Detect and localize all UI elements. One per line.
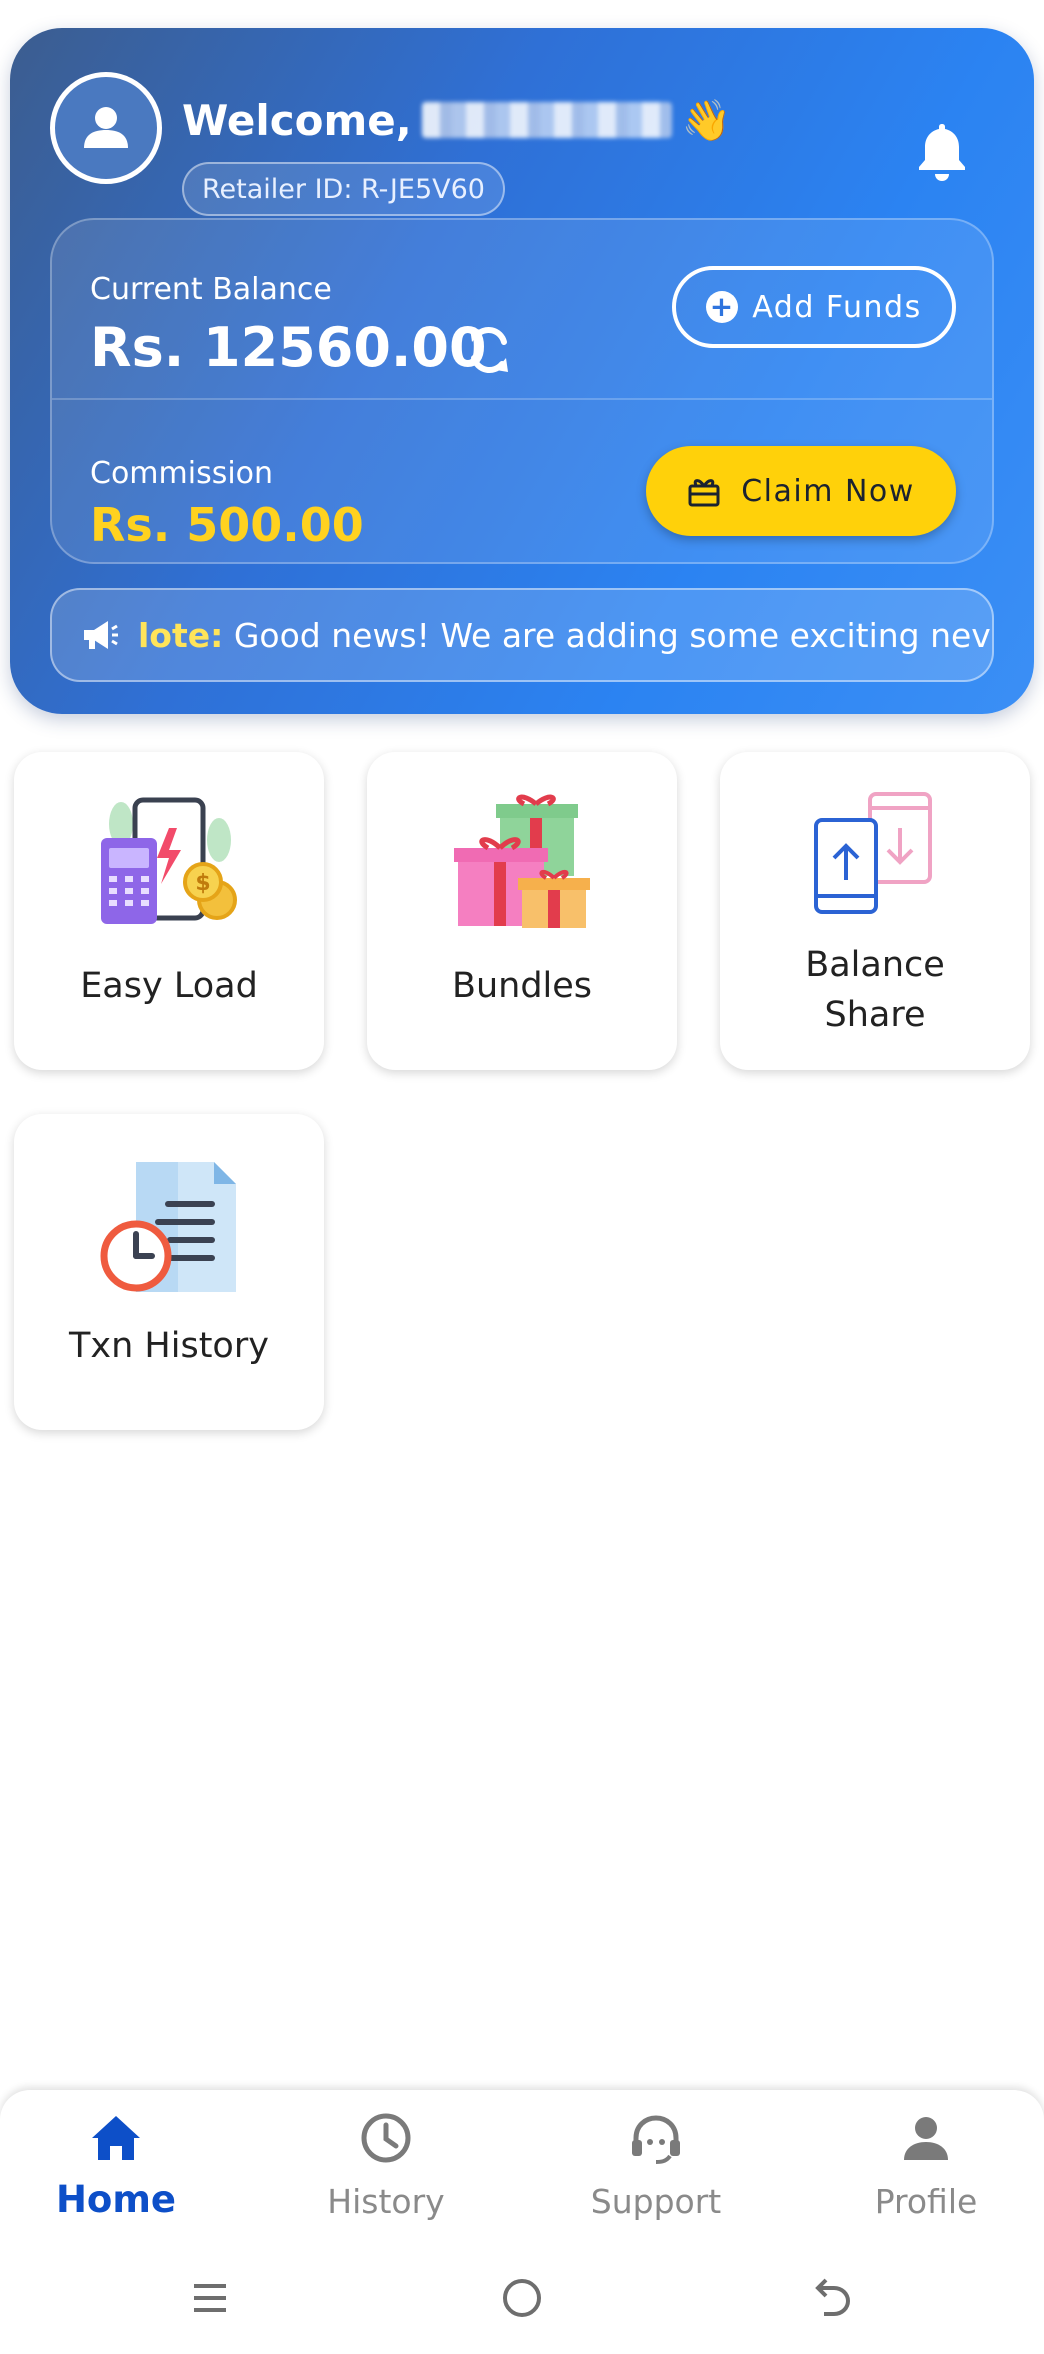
ticker-prefix: lote: — [138, 615, 224, 655]
panel-divider — [52, 398, 992, 400]
nav-item-history[interactable]: History — [286, 2110, 486, 2240]
plus-circle-icon: + — [706, 291, 739, 323]
service-tile-balance-share[interactable]: Balance Share — [720, 752, 1030, 1070]
nav-label-profile: Profile — [874, 2182, 978, 2221]
nav-item-profile[interactable]: Profile — [826, 2110, 1026, 2240]
system-recents-button[interactable] — [180, 2268, 240, 2328]
service-label-easy-load: Easy Load — [80, 966, 258, 1006]
balance-panel: Current Balance Rs. 12560.00 + Add Funds… — [50, 218, 994, 564]
commission-value: Rs. 500.00 — [90, 498, 364, 552]
refresh-icon[interactable] — [464, 320, 514, 380]
gift-boxes-icon — [454, 794, 590, 928]
redacted-user-name — [421, 102, 672, 138]
system-home-button[interactable] — [492, 2268, 552, 2328]
bell-icon[interactable] — [914, 120, 970, 182]
service-tile-easy-load[interactable]: $ Easy Load — [14, 752, 324, 1070]
service-label-txn-history: Txn History — [69, 1326, 269, 1366]
service-tile-bundles[interactable]: Bundles — [367, 752, 677, 1070]
service-tile-txn-history[interactable]: Txn History — [14, 1114, 324, 1430]
gift-card-icon — [688, 479, 720, 507]
wave-emoji: 👋 — [681, 97, 732, 144]
circle-home-icon — [503, 2279, 541, 2317]
announcement-ticker: lote: Good news! We are adding some exci… — [50, 588, 994, 682]
nav-label-support: Support — [590, 2182, 722, 2221]
megaphone-icon — [84, 621, 118, 649]
current-balance-label: Current Balance — [90, 272, 332, 307]
svg-text:$: $ — [195, 871, 210, 896]
transaction-history-icon — [100, 1162, 236, 1292]
welcome-heading: Welcome, 👋 — [182, 92, 731, 148]
claim-now-button[interactable]: Claim Now — [646, 446, 956, 536]
add-funds-button[interactable]: + Add Funds — [672, 266, 956, 348]
welcome-text: Welcome, — [182, 95, 412, 145]
clock-icon — [361, 2113, 411, 2163]
claim-now-label: Claim Now — [741, 473, 915, 509]
user-avatar-icon[interactable] — [50, 72, 162, 184]
home-icon — [92, 2116, 140, 2160]
system-back-button[interactable] — [802, 2268, 862, 2328]
service-label-bundles: Bundles — [451, 966, 593, 1006]
ticker-body: Good news! We are adding some exciting n… — [223, 615, 991, 655]
ticker-message: lote: Good news! We are adding some exci… — [138, 616, 991, 655]
current-balance-value: Rs. 12560.00 — [90, 316, 487, 379]
nav-label-history: History — [327, 2182, 445, 2221]
commission-label: Commission — [90, 456, 274, 491]
nav-item-home[interactable]: Home — [16, 2110, 216, 2240]
user-silhouette — [84, 107, 128, 148]
nav-label-home: Home — [55, 2178, 177, 2221]
account-summary-card: Welcome, 👋 Retailer ID: R-JE5V60 Current… — [10, 28, 1034, 714]
balance-share-icon — [814, 792, 932, 914]
mobile-recharge-icon: $ — [101, 797, 237, 924]
add-funds-label: Add Funds — [752, 289, 922, 325]
service-label-balance-share: Balance Share — [805, 945, 945, 1035]
headset-icon — [632, 2115, 680, 2164]
person-icon — [904, 2117, 948, 2160]
retailer-id-badge: Retailer ID: R-JE5V60 — [182, 162, 505, 216]
nav-item-support[interactable]: Support — [556, 2110, 756, 2240]
menu-lines-icon — [194, 2284, 226, 2312]
back-arrow-icon — [815, 2278, 851, 2316]
